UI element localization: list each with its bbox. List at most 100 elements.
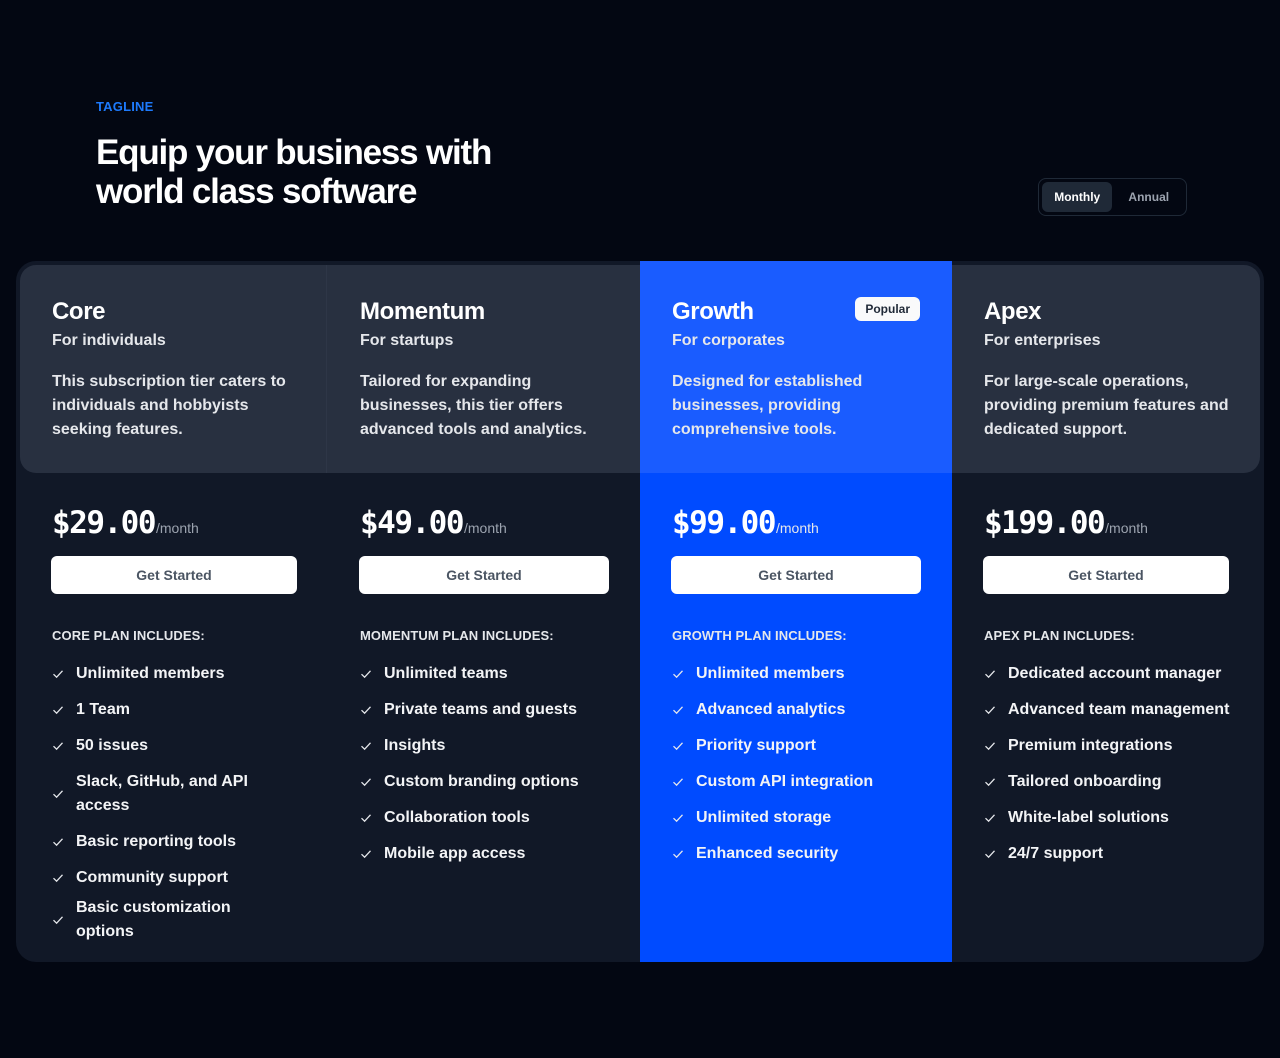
plan-audience: For enterprises xyxy=(984,332,1101,349)
get-started-button-momentum[interactable]: Get Started xyxy=(359,556,609,594)
feature-text: Mobile app access xyxy=(384,845,526,862)
feature-item: Slack, GitHub, and API access xyxy=(52,764,292,824)
check-icon xyxy=(53,670,63,679)
plan-price: $199.00 xyxy=(984,505,1106,541)
check-icon xyxy=(361,742,371,751)
plan-price: $29.00 xyxy=(52,505,156,541)
plan-name: Momentum xyxy=(360,298,485,325)
feature-item: White-label solutions xyxy=(984,800,1244,836)
billing-period-toggle: Monthly Annual xyxy=(1038,178,1187,216)
includes-label: APEX PLAN INCLUDES: xyxy=(984,628,1135,643)
feature-text: Community support xyxy=(76,869,228,886)
feature-text: Private teams and guests xyxy=(384,701,577,718)
price-row: $199.00 /month xyxy=(984,505,1148,541)
pricing-page: TAGLINE Equip your business with world c… xyxy=(0,0,1280,1058)
plan-name: Growth xyxy=(672,298,754,325)
check-icon xyxy=(361,706,371,715)
feature-item: Advanced team management xyxy=(984,692,1244,728)
feature-text: 50 issues xyxy=(76,737,149,754)
feature-item: Unlimited members xyxy=(672,656,922,692)
page-title: Equip your business with world class sof… xyxy=(96,133,492,211)
feature-text: Unlimited storage xyxy=(696,809,832,826)
feature-item: Basic customization options xyxy=(52,896,292,944)
popular-badge: Popular xyxy=(855,297,920,321)
check-icon xyxy=(985,670,995,679)
check-icon xyxy=(361,778,371,787)
feature-list: Dedicated account manager Advanced team … xyxy=(984,656,1244,872)
feature-item: Enhanced security xyxy=(672,836,922,872)
feature-text: 1 Team xyxy=(76,701,130,718)
pricing-table: Core For individuals This subscription t… xyxy=(16,261,1264,962)
feature-text: Custom branding options xyxy=(384,773,579,790)
plan-description: This subscription tier caters to individ… xyxy=(52,373,286,438)
price-row: $49.00 /month xyxy=(360,505,507,541)
get-started-button-growth[interactable]: Get Started xyxy=(671,556,921,594)
feature-item: Dedicated account manager xyxy=(984,656,1244,692)
includes-label: GROWTH PLAN INCLUDES: xyxy=(672,628,847,643)
feature-text: Unlimited members xyxy=(76,665,225,682)
check-icon xyxy=(985,814,995,823)
feature-item: Tailored onboarding xyxy=(984,764,1244,800)
feature-text: Unlimited members xyxy=(696,665,845,682)
plan-card-momentum: Momentum For startups Tailored for expan… xyxy=(326,261,640,962)
check-icon xyxy=(53,838,63,847)
feature-list: Unlimited members 1 Team 50 issues Slack… xyxy=(52,656,292,944)
feature-item: 1 Team xyxy=(52,692,292,728)
check-icon xyxy=(673,742,683,751)
get-started-button-apex[interactable]: Get Started xyxy=(983,556,1229,594)
includes-label: MOMENTUM PLAN INCLUDES: xyxy=(360,628,554,643)
plan-description: Designed for established businesses, pro… xyxy=(672,373,863,438)
price-period: /month xyxy=(463,520,507,536)
check-icon xyxy=(985,778,995,787)
feature-item: Community support xyxy=(52,860,292,896)
toggle-monthly[interactable]: Monthly xyxy=(1042,182,1113,212)
feature-item: Premium integrations xyxy=(984,728,1244,764)
feature-text: Dedicated account manager xyxy=(1008,665,1222,682)
feature-list: Unlimited members Advanced analytics Pri… xyxy=(672,656,922,872)
check-icon xyxy=(673,778,683,787)
plan-card-apex: Apex For enterprises For large-scale ope… xyxy=(952,261,1264,962)
check-icon xyxy=(673,670,683,679)
get-started-button-core[interactable]: Get Started xyxy=(51,556,297,594)
price-period: /month xyxy=(155,520,199,536)
check-icon xyxy=(985,742,995,751)
plan-audience: For startups xyxy=(360,332,454,349)
toggle-annual[interactable]: Annual xyxy=(1114,182,1183,212)
feature-item: Priority support xyxy=(672,728,922,764)
plan-name: Apex xyxy=(984,298,1042,325)
price-row: $99.00 /month xyxy=(672,505,819,541)
feature-text: Insights xyxy=(384,737,446,754)
check-icon xyxy=(985,850,995,859)
plan-price: $49.00 xyxy=(360,505,464,541)
feature-text: Slack, GitHub, and API access xyxy=(76,773,248,814)
includes-label: CORE PLAN INCLUDES: xyxy=(52,628,205,643)
feature-text: Premium integrations xyxy=(1008,737,1173,754)
check-icon xyxy=(53,706,63,715)
check-icon xyxy=(53,916,63,925)
feature-text: 24/7 support xyxy=(1008,845,1104,862)
feature-item: 24/7 support xyxy=(984,836,1244,872)
plan-name: Core xyxy=(52,298,106,325)
check-icon xyxy=(985,706,995,715)
feature-text: Collaboration tools xyxy=(384,809,530,826)
feature-item: Collaboration tools xyxy=(360,800,610,836)
feature-item: Insights xyxy=(360,728,610,764)
price-row: $29.00 /month xyxy=(52,505,199,541)
feature-text: Priority support xyxy=(696,737,817,754)
check-icon xyxy=(673,814,683,823)
plan-card-growth: Growth Popular For corporates Designed f… xyxy=(640,261,952,962)
check-icon xyxy=(53,874,63,883)
feature-text: Basic reporting tools xyxy=(76,833,237,850)
tagline: TAGLINE xyxy=(96,99,154,114)
feature-item: Advanced analytics xyxy=(672,692,922,728)
feature-item: Private teams and guests xyxy=(360,692,610,728)
check-icon xyxy=(53,790,63,799)
feature-item: Unlimited storage xyxy=(672,800,922,836)
feature-text: Enhanced security xyxy=(696,845,839,862)
feature-text: Advanced analytics xyxy=(696,701,846,718)
price-period: /month xyxy=(775,520,819,536)
plan-description: For large-scale operations, providing pr… xyxy=(984,373,1229,438)
feature-item: Custom API integration xyxy=(672,764,922,800)
feature-text: Unlimited teams xyxy=(384,665,508,682)
check-icon xyxy=(361,670,371,679)
